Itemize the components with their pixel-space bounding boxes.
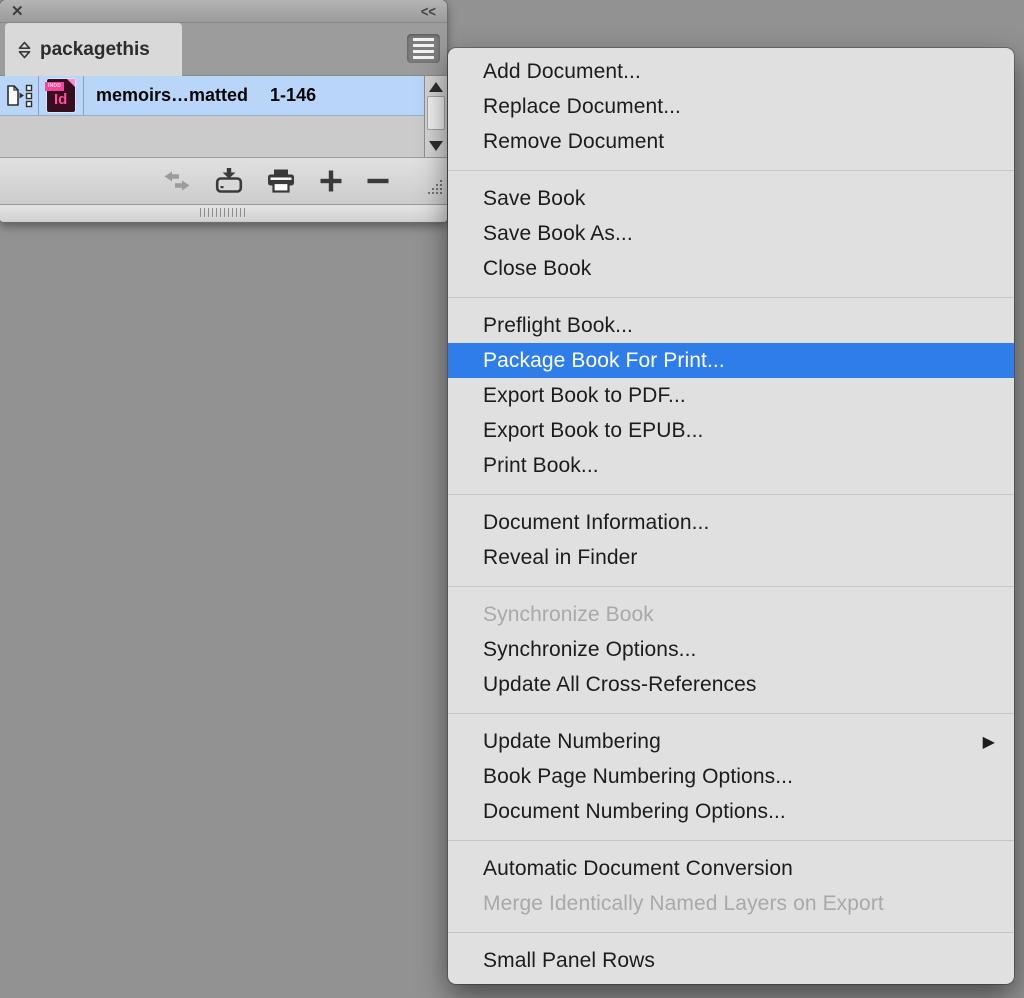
synchronize-button <box>162 170 192 192</box>
menu-item-package-book-for-print[interactable]: Package Book For Print... <box>448 343 1014 378</box>
book-panel: ✕ << packagethis <box>0 0 447 222</box>
panel-toolbar <box>0 157 447 205</box>
menu-item-update-all-cross-references[interactable]: Update All Cross-References <box>448 667 1014 702</box>
menu-item-remove-document[interactable]: Remove Document <box>448 124 1014 159</box>
menu-item-label: Reveal in Finder <box>483 546 638 570</box>
menu-item-label: Save Book <box>483 187 585 211</box>
menu-item-export-book-to-epub[interactable]: Export Book to EPUB... <box>448 413 1014 448</box>
resize-grip-icon <box>427 179 444 196</box>
document-icon-cell: INDD Id <box>39 76 84 115</box>
scroll-up-arrow-icon <box>429 82 443 92</box>
save-book-icon <box>215 168 243 194</box>
close-icon[interactable]: ✕ <box>11 4 24 19</box>
submenu-arrow-icon: ▶ <box>983 732 995 752</box>
document-status-icon <box>4 83 34 109</box>
menu-separator <box>448 932 1014 933</box>
menu-item-label: Book Page Numbering Options... <box>483 765 793 789</box>
menu-item-synchronize-book: Synchronize Book <box>448 597 1014 632</box>
menu-item-label: Save Book As... <box>483 222 633 246</box>
tab-packagethis[interactable]: packagethis <box>5 23 182 76</box>
panel-title-bar[interactable]: ✕ << <box>0 0 447 23</box>
menu-item-preflight-book[interactable]: Preflight Book... <box>448 308 1014 343</box>
menu-item-document-numbering-options[interactable]: Document Numbering Options... <box>448 794 1014 829</box>
double-triangle-icon <box>18 41 31 59</box>
menu-item-label: Export Book to PDF... <box>483 384 686 408</box>
print-book-button[interactable] <box>266 169 296 193</box>
menu-item-label: Synchronize Book <box>483 603 654 627</box>
menu-item-label: Update Numbering <box>483 730 661 754</box>
menu-item-save-book[interactable]: Save Book <box>448 181 1014 216</box>
menu-separator <box>448 840 1014 841</box>
panel-menu-button[interactable] <box>407 34 440 63</box>
menu-item-automatic-document-conversion[interactable]: Automatic Document Conversion <box>448 851 1014 886</box>
ribbed-drag-handle[interactable] <box>200 208 248 217</box>
document-page-range: 1-146 <box>270 85 316 106</box>
folded-corner-icon <box>67 79 75 87</box>
panel-tab-strip: packagethis <box>0 23 447 76</box>
menu-item-reveal-in-finder[interactable]: Reveal in Finder <box>448 540 1014 575</box>
menu-item-label: Merge Identically Named Layers on Export <box>483 892 884 916</box>
menu-item-label: Document Numbering Options... <box>483 800 786 824</box>
collapse-panel-icon[interactable]: << <box>421 4 436 19</box>
tab-label: packagethis <box>40 39 150 61</box>
menu-separator <box>448 713 1014 714</box>
panel-bottom-strip <box>0 205 447 221</box>
resize-grip[interactable] <box>427 179 444 201</box>
scrollbar-thumb[interactable] <box>427 96 445 130</box>
document-list: INDD Id memoirs…matted 1-146 <box>0 76 447 157</box>
add-documents-button[interactable] <box>319 169 343 193</box>
scroll-down-arrow-icon <box>429 141 443 151</box>
menu-item-label: Add Document... <box>483 60 641 84</box>
menu-item-save-book-as[interactable]: Save Book As... <box>448 216 1014 251</box>
menu-separator <box>448 297 1014 298</box>
menu-item-export-book-to-pdf[interactable]: Export Book to PDF... <box>448 378 1014 413</box>
desktop: { "colors": { "desktop_gray": "#929292",… <box>0 0 1024 998</box>
document-name: memoirs…matted <box>96 85 248 106</box>
menu-separator <box>448 170 1014 171</box>
remove-documents-icon <box>366 169 390 193</box>
scroll-down-button[interactable] <box>425 137 447 155</box>
menu-item-label: Print Book... <box>483 454 599 478</box>
menu-item-replace-document[interactable]: Replace Document... <box>448 89 1014 124</box>
menu-item-synchronize-options[interactable]: Synchronize Options... <box>448 632 1014 667</box>
menu-item-label: Preflight Book... <box>483 314 633 338</box>
document-row[interactable]: INDD Id memoirs…matted 1-146 <box>0 76 424 116</box>
save-book-button[interactable] <box>215 168 243 194</box>
synchronize-icon <box>162 170 192 192</box>
menu-separator <box>448 586 1014 587</box>
indd-logo-text: Id <box>54 92 67 107</box>
menu-item-book-page-numbering-options[interactable]: Book Page Numbering Options... <box>448 759 1014 794</box>
scroll-up-button[interactable] <box>425 78 447 96</box>
menu-item-label: Small Panel Rows <box>483 949 655 973</box>
menu-item-print-book[interactable]: Print Book... <box>448 448 1014 483</box>
menu-item-label: Replace Document... <box>483 95 681 119</box>
menu-item-label: Package Book For Print... <box>483 349 725 373</box>
menu-item-label: Remove Document <box>483 130 664 154</box>
remove-documents-button[interactable] <box>366 169 390 193</box>
indesign-file-icon: INDD Id <box>47 79 75 112</box>
print-book-icon <box>266 169 296 193</box>
menu-item-label: Automatic Document Conversion <box>483 857 793 881</box>
hamburger-icon <box>413 38 434 41</box>
menu-item-label: Synchronize Options... <box>483 638 696 662</box>
indd-badge: INDD <box>45 82 64 91</box>
menu-item-document-information[interactable]: Document Information... <box>448 505 1014 540</box>
menu-item-label: Export Book to EPUB... <box>483 419 703 443</box>
menu-item-label: Close Book <box>483 257 591 281</box>
menu-item-close-book[interactable]: Close Book <box>448 251 1014 286</box>
menu-separator <box>448 494 1014 495</box>
menu-item-small-panel-rows[interactable]: Small Panel Rows <box>448 943 1014 978</box>
menu-item-add-document[interactable]: Add Document... <box>448 54 1014 89</box>
scrollbar[interactable] <box>424 76 447 157</box>
panel-flyout-menu: Add Document... Replace Document... Remove… <box>448 48 1014 984</box>
menu-item-update-numbering[interactable]: Update Numbering ▶ <box>448 724 1014 759</box>
add-documents-icon <box>319 169 343 193</box>
menu-item-label: Update All Cross-References <box>483 673 757 697</box>
menu-item-merge-identically-named-layers-on-export: Merge Identically Named Layers on Export <box>448 886 1014 921</box>
menu-item-label: Document Information... <box>483 511 709 535</box>
document-status-cell[interactable] <box>0 76 39 115</box>
